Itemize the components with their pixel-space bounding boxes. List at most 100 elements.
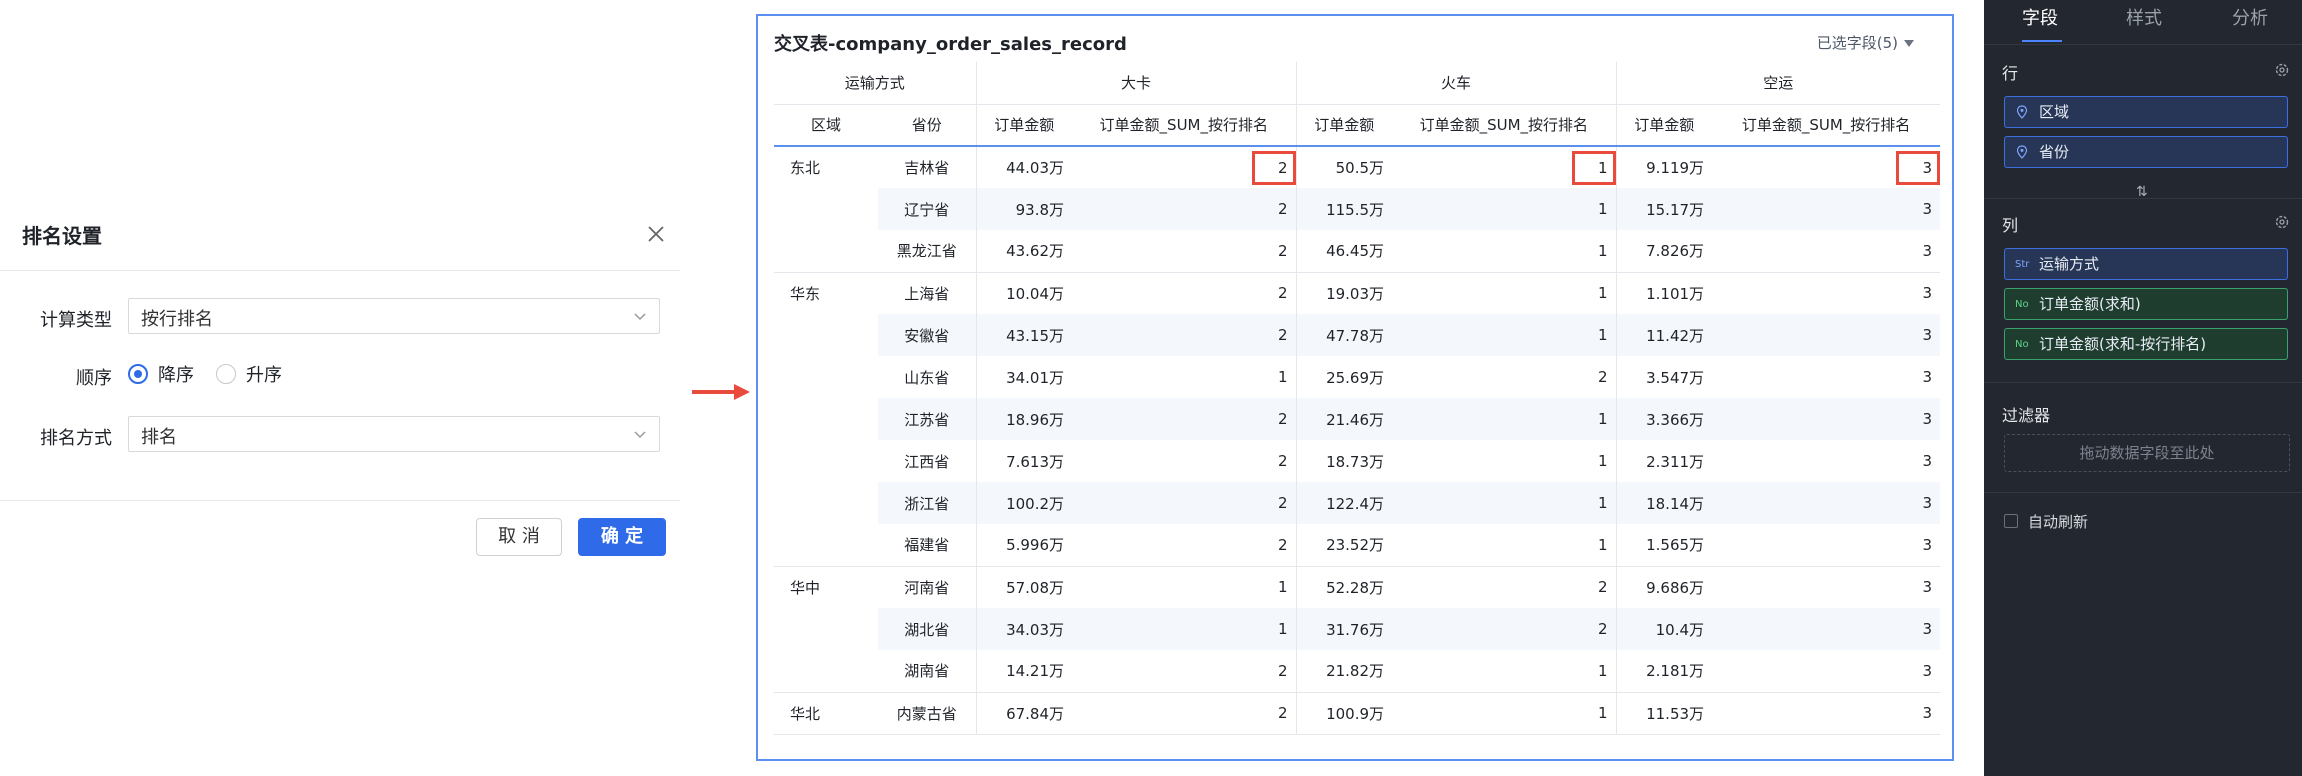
row-field-label: 区域 [2039,103,2070,121]
divider [1984,382,2302,383]
cell-order-amount: 115.5万 [1295,188,1393,230]
cell-rank: 2 [1072,146,1296,188]
cell-order-amount: 21.82万 [1295,650,1393,693]
cell-order-amount: 11.53万 [1615,692,1713,735]
radio-checked-icon [128,364,148,384]
cell-order-amount: 1.101万 [1615,272,1713,314]
columns-section-label: 列 [2002,216,2019,235]
cell-rank: 2 [1277,284,1288,303]
cell-rank: 3 [1712,692,1941,735]
cell-order-amount: 9.686万 [1615,566,1713,608]
cell-rank: 2 [1072,524,1297,567]
rank-method-label: 排名方式 [40,428,112,449]
rank-settings-dialog: 排名设置 计算类型 按行排名 顺序 降序 升序 排名方式 排名 取 消 确 定 [0,200,680,570]
cell-rank: 2 [1392,608,1617,650]
order-desc-radio[interactable]: 降序 [128,361,194,387]
header-amount: 订单金额 [975,104,1073,147]
gear-icon[interactable] [2274,214,2290,230]
table-row: 华东 上海省 10.04万 2 19.03万 1 1.101万 3 [774,272,1940,567]
cell-order-amount: 3.547万 [1615,356,1713,398]
chevron-down-icon [634,431,646,439]
cell-province: 福建省 [878,524,977,567]
radio-unchecked-icon [216,364,236,384]
cell-region: 华中 [774,566,878,693]
location-icon [2016,145,2028,159]
tab-fields[interactable]: 字段 [2022,4,2058,30]
filter-dropzone[interactable]: 拖动数据字段至此处 [2004,434,2290,472]
cell-order-amount: 2.311万 [1615,440,1713,482]
cell-order-amount: 5.996万 [975,524,1073,567]
cancel-button[interactable]: 取 消 [476,518,562,556]
cell-order-amount: 93.8万 [975,188,1073,230]
cell-rank: 3 [1922,578,1933,597]
cell-rank: 2 [1598,368,1608,386]
order-asc-radio[interactable]: 升序 [216,361,282,387]
cell-rank: 3 [1712,524,1941,567]
rank-method-select[interactable]: 排名 [128,416,660,452]
gear-icon[interactable] [2274,62,2290,78]
cell-province: 黑龙江省 [878,230,977,273]
cell-rank: 3 [1712,230,1941,273]
cell-rank: 3 [1712,146,1941,188]
cell-rank: 3 [1712,314,1941,356]
col-field-order-amount-sum[interactable]: No 订单金额(求和) [2004,288,2288,320]
col-field-label: 订单金额(求和) [2039,295,2141,313]
cell-province: 湖北省 [878,608,977,650]
cell-order-amount: 14.21万 [975,650,1073,693]
cell-rank: 2 [1598,578,1608,597]
confirm-button[interactable]: 确 定 [578,518,666,556]
cell-order-amount: 31.76万 [1295,608,1393,650]
auto-refresh-checkbox[interactable] [2004,514,2018,528]
tab-analysis[interactable]: 分析 [2232,4,2268,30]
calc-type-select[interactable]: 按行排名 [128,298,660,334]
header-row-measures: 区域 省份 订单金额 订单金额_SUM_按行排名 订单金额 订单金额_SUM_按… [774,104,1941,147]
number-type-icon: No [2015,339,2029,350]
header-amount: 订单金额 [1295,104,1393,147]
row-field-province[interactable]: 省份 [2004,136,2288,168]
header-province: 省份 [878,104,977,147]
cell-rank: 3 [1922,368,1933,386]
cell-order-amount: 7.826万 [1615,230,1713,273]
cell-province: 安徽省 [878,314,977,356]
cell-order-amount: 19.03万 [1295,272,1393,314]
cell-rank: 2 [1277,452,1288,470]
table-row: 辽宁省 93.8万 2 115.5万 1 15.17万 3 [774,188,1941,230]
cell-rank: 1 [1598,284,1608,303]
close-icon[interactable] [644,222,668,246]
header-transport-train: 火车 [1295,62,1617,105]
cell-province: 湖南省 [878,650,977,693]
header-rank: 订单金额_SUM_按行排名 [1712,104,1941,147]
header-amount: 订单金额 [1615,104,1713,147]
row-field-region[interactable]: 区域 [2004,96,2288,128]
divider [0,500,680,501]
cross-table-card: 交叉表-company_order_sales_record 已选字段(5) 运… [756,14,1954,761]
table-row: 黑龙江省 43.62万 2 46.45万 1 7.826万 3 [774,230,1941,273]
tab-style[interactable]: 样式 [2126,4,2162,30]
header-transport-truck: 大卡 [975,62,1297,105]
cell-rank: 3 [1922,284,1933,303]
filter-section-label: 过滤器 [2002,406,2051,425]
rows-section-label: 行 [2002,64,2019,83]
cell-province: 辽宁省 [878,188,977,230]
cell-order-amount: 25.69万 [1295,356,1393,398]
rank-method-value: 排名 [141,427,177,448]
table-row: 湖北省 34.03万 1 31.76万 2 10.4万 3 [774,608,1941,650]
cell-rank: 3 [1712,650,1941,693]
active-tab-indicator [2022,40,2062,42]
selected-fields-dropdown[interactable]: 已选字段(5) [1817,32,1914,53]
header-rank: 订单金额_SUM_按行排名 [1072,104,1297,147]
table-row: 江苏省 18.96万 2 21.46万 1 3.366万 3 [774,398,1941,440]
col-field-transport[interactable]: Str 运输方式 [2004,248,2288,280]
order-radio-group: 降序 升序 [128,360,304,388]
table-row: 湖南省 14.21万 2 21.82万 1 2.181万 3 [774,650,1941,693]
cell-rank: 1 [1392,188,1617,230]
cell-rank: 1 [1277,368,1288,386]
cell-rank: 2 [1072,650,1297,693]
col-field-order-amount-rank[interactable]: No 订单金额(求和-按行排名) [2004,328,2288,360]
location-icon [2016,105,2028,119]
cell-order-amount: 18.96万 [975,398,1073,440]
cell-rank: 1 [1072,608,1297,650]
cell-rank: 3 [1712,482,1941,524]
cell-order-amount: 7.613万 [975,440,1073,482]
cell-order-amount: 100.9万 [1295,692,1393,735]
